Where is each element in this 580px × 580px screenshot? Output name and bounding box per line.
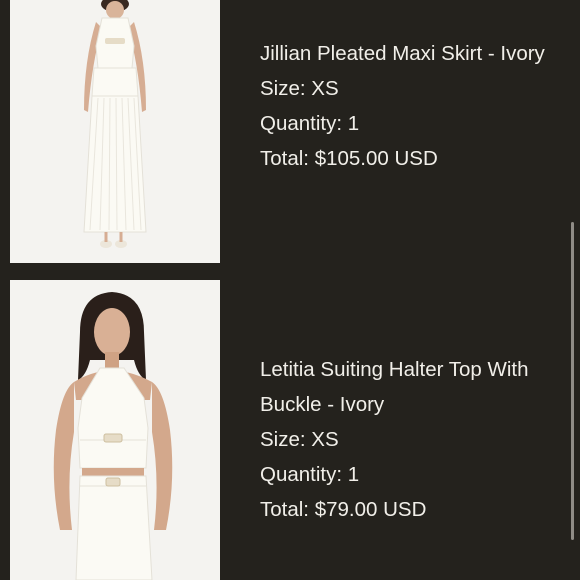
cart-item-details: Letitia Suiting Halter Top With Buckle -… xyxy=(260,352,580,527)
cart-item: Jillian Pleated Maxi Skirt - Ivory Size:… xyxy=(0,0,580,270)
product-total: Total: $79.00 USD xyxy=(260,498,427,521)
product-quantity: Quantity: 1 xyxy=(260,112,360,135)
cart-item-details: Jillian Pleated Maxi Skirt - Ivory Size:… xyxy=(260,36,580,176)
product-image-maxi-skirt[interactable] xyxy=(10,0,220,263)
product-image-halter-top[interactable] xyxy=(10,280,220,580)
product-size: Size: XS xyxy=(260,77,339,100)
cart-list: Jillian Pleated Maxi Skirt - Ivory Size:… xyxy=(0,0,580,580)
product-total: Total: $105.00 USD xyxy=(260,147,438,170)
product-photo-icon xyxy=(10,0,220,263)
product-photo-icon xyxy=(10,280,220,580)
product-size: Size: XS xyxy=(260,428,339,451)
product-title[interactable]: Letitia Suiting Halter Top With xyxy=(260,352,580,387)
vertical-scrollbar[interactable] xyxy=(571,222,574,540)
product-title[interactable]: Jillian Pleated Maxi Skirt - Ivory xyxy=(260,36,580,71)
cart-item: Letitia Suiting Halter Top With Buckle -… xyxy=(0,280,580,580)
product-quantity: Quantity: 1 xyxy=(260,463,360,486)
product-title-continued[interactable]: Buckle - Ivory xyxy=(260,387,580,422)
